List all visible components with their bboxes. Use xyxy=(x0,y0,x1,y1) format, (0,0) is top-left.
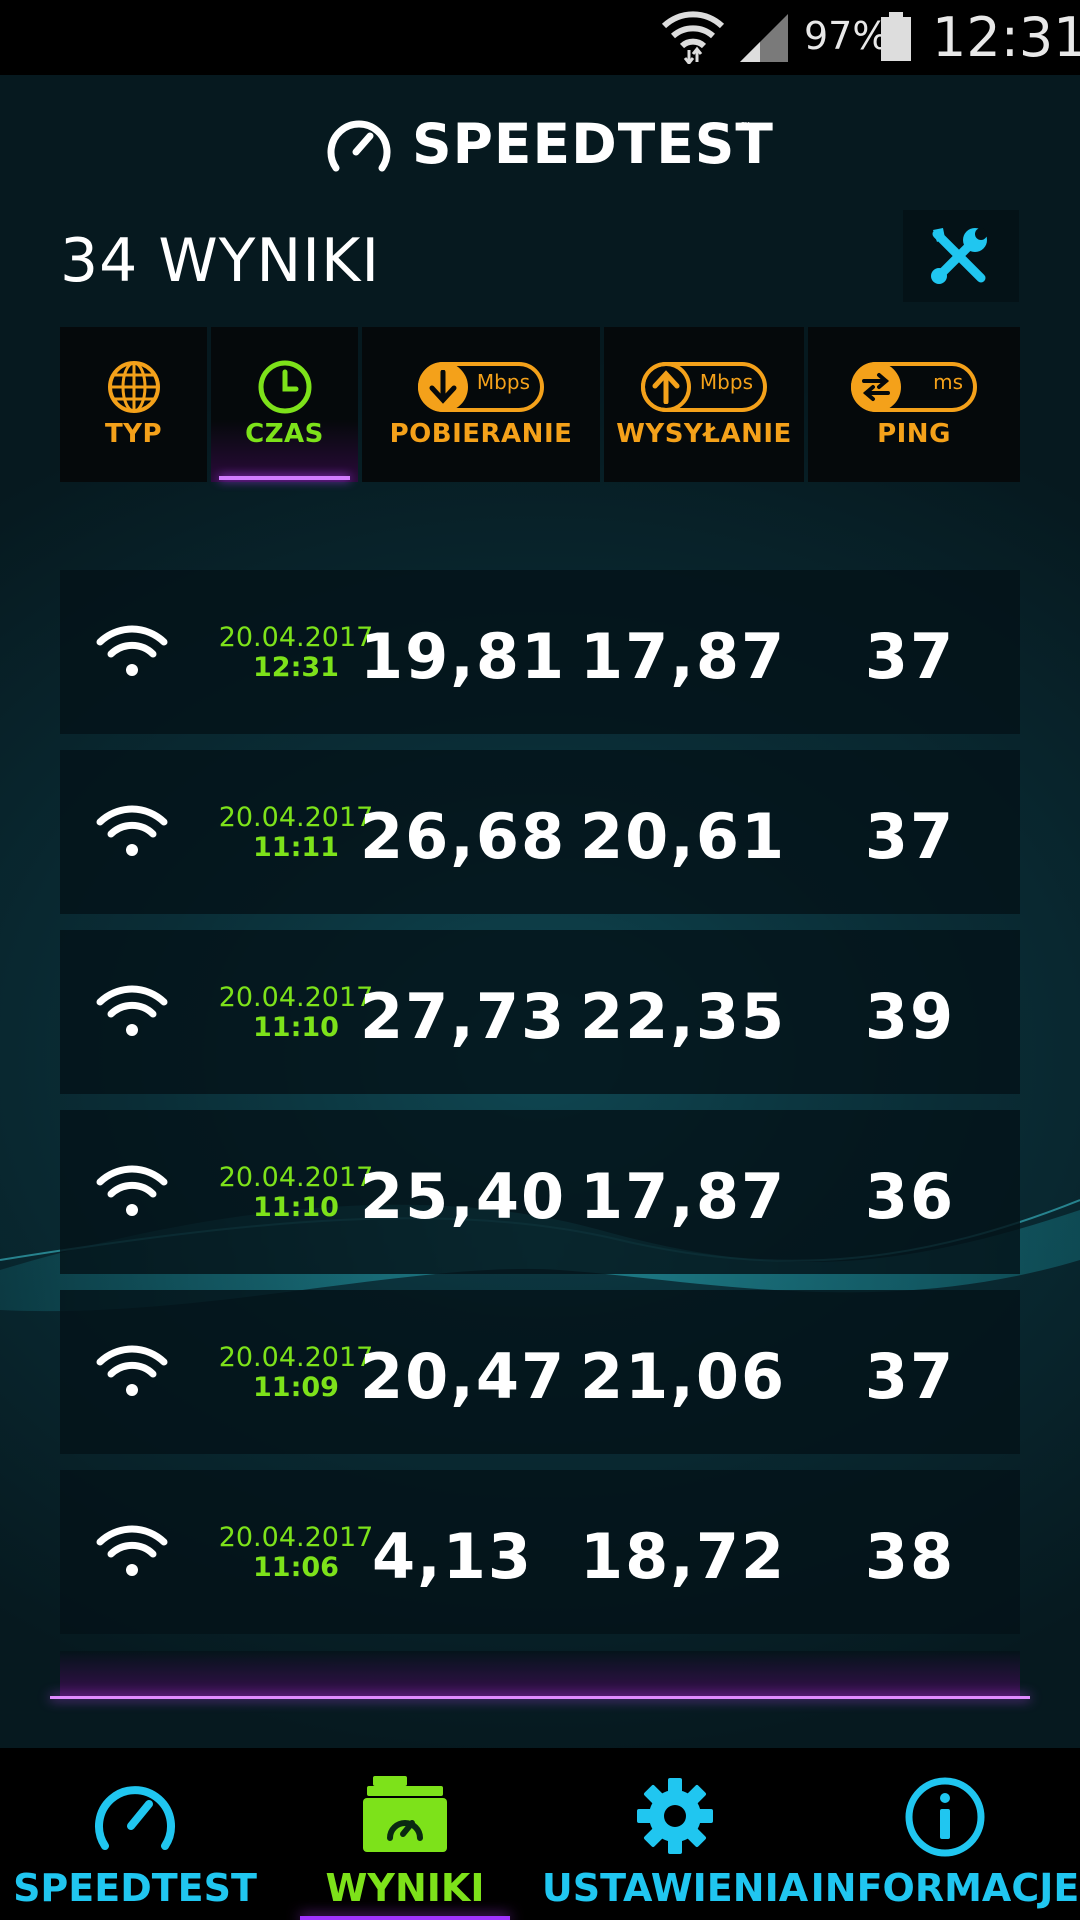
wifi-icon xyxy=(96,1345,168,1396)
result-row-partial[interactable] xyxy=(50,1651,1030,1699)
result-date: 20.04.2017 xyxy=(218,802,374,833)
globe-icon xyxy=(107,361,160,413)
nav-results[interactable]: WYNIKI xyxy=(270,1748,540,1920)
status-clock: 12:31 xyxy=(932,6,1080,69)
results-count-title: 34 WYNIKI xyxy=(60,226,381,296)
result-time: 11:10 xyxy=(253,1192,339,1223)
nav-info[interactable]: INFORMACJE xyxy=(810,1748,1080,1920)
nav-speedtest[interactable]: SPEEDTEST xyxy=(0,1748,270,1920)
sort-by-upload[interactable]: Mbps WYSYŁANIE xyxy=(604,327,804,482)
tools-button[interactable] xyxy=(903,210,1019,302)
upload-icon: Mbps xyxy=(641,362,767,412)
sort-by-ping[interactable]: ms PING xyxy=(808,327,1020,482)
result-ping: 38 xyxy=(864,1520,956,1593)
result-ping: 37 xyxy=(864,1340,956,1413)
result-download: 25,40 xyxy=(360,1160,567,1233)
result-upload: 20,61 xyxy=(580,800,787,873)
sort-label-download: POBIERANIE xyxy=(389,419,573,449)
speedometer-icon xyxy=(95,1786,175,1850)
result-time: 11:10 xyxy=(253,1012,339,1043)
result-upload: 17,87 xyxy=(580,1160,787,1233)
result-ping: 37 xyxy=(864,620,956,693)
result-row[interactable]: 20.04.2017 11:10 25,40 17,87 36 xyxy=(60,1110,1020,1274)
wifi-icon xyxy=(96,985,168,1036)
list-edge-glow xyxy=(50,1696,1030,1699)
ping-unit: ms xyxy=(933,370,963,394)
result-upload: 21,06 xyxy=(580,1340,787,1413)
result-date: 20.04.2017 xyxy=(218,1162,374,1193)
download-icon: Mbps xyxy=(418,362,544,412)
sort-label-ping: PING xyxy=(877,419,951,449)
wifi-icon xyxy=(96,625,168,676)
result-date: 20.04.2017 xyxy=(218,622,374,653)
result-download: 4,13 xyxy=(372,1520,533,1593)
clock-icon xyxy=(258,360,311,414)
result-time: 11:09 xyxy=(253,1372,339,1403)
info-icon xyxy=(905,1777,985,1857)
nav-label-speedtest: SPEEDTEST xyxy=(13,1866,257,1910)
wifi-icon xyxy=(96,1165,168,1216)
cell-signal-icon xyxy=(740,14,788,62)
sort-label-time: CZAS xyxy=(245,419,324,449)
result-ping: 39 xyxy=(864,980,956,1053)
speedtest-logo-icon xyxy=(327,120,391,172)
result-download: 20,47 xyxy=(360,1340,567,1413)
wifi-icon xyxy=(96,805,168,856)
result-download: 19,81 xyxy=(360,620,567,693)
status-bar: 97% 12:31 xyxy=(0,0,1080,75)
result-date: 20.04.2017 xyxy=(218,1342,374,1373)
sort-label-type: TYP xyxy=(104,419,163,449)
result-upload: 18,72 xyxy=(580,1520,787,1593)
upload-unit: Mbps xyxy=(699,370,753,394)
brand-title: SPEEDTEST xyxy=(412,112,774,176)
result-row[interactable]: 20.04.2017 12:31 19,81 17,87 37 xyxy=(60,570,1020,734)
wifi-icon xyxy=(96,1525,168,1576)
result-time: 11:11 xyxy=(253,832,339,863)
wifi-status-icon xyxy=(662,11,724,64)
nav-label-settings: USTAWIENIA xyxy=(541,1866,809,1910)
nav-settings[interactable]: USTAWIENIA xyxy=(540,1748,810,1920)
sort-label-upload: WYSYŁANIE xyxy=(616,419,792,449)
sort-by-time[interactable]: CZAS xyxy=(211,327,358,482)
bottom-nav: SPEEDTEST WYNIKI USTAWIENIA INFORMACJE xyxy=(0,1748,1080,1920)
result-download: 26,68 xyxy=(360,800,567,873)
result-row[interactable]: 20.04.2017 11:09 20,47 21,06 37 xyxy=(60,1290,1020,1454)
active-nav-indicator xyxy=(300,1916,510,1920)
result-row[interactable]: 20.04.2017 11:11 26,68 20,61 37 xyxy=(60,750,1020,914)
sort-header: TYP CZAS Mbps POBIERANIE Mbps WYSYŁANIE … xyxy=(60,327,1020,482)
gear-icon xyxy=(637,1778,713,1854)
result-upload: 22,35 xyxy=(580,980,787,1053)
active-sort-indicator xyxy=(219,476,350,480)
result-row[interactable]: 20.04.2017 11:06 4,13 18,72 38 xyxy=(60,1470,1020,1634)
sort-by-download[interactable]: Mbps POBIERANIE xyxy=(362,327,600,482)
results-folder-icon xyxy=(363,1776,447,1852)
app-screen: 97% 12:31 SPEEDTEST ™ 34 WYNIKI TYP CZAS… xyxy=(0,0,1080,1920)
result-time: 11:06 xyxy=(253,1552,339,1583)
ping-icon: ms xyxy=(851,362,977,412)
result-row[interactable]: 20.04.2017 11:10 27,73 22,35 39 xyxy=(60,930,1020,1094)
nav-label-info: INFORMACJE xyxy=(810,1866,1080,1910)
battery-percent: 97% xyxy=(804,14,889,58)
sort-by-type[interactable]: TYP xyxy=(60,327,207,482)
result-time: 12:31 xyxy=(253,652,339,683)
nav-label-results: WYNIKI xyxy=(325,1866,485,1910)
download-unit: Mbps xyxy=(476,370,530,394)
trademark-mark: ™ xyxy=(740,120,752,134)
tools-icon xyxy=(931,228,987,284)
result-date: 20.04.2017 xyxy=(218,1522,374,1553)
result-upload: 17,87 xyxy=(580,620,787,693)
result-ping: 36 xyxy=(864,1160,956,1233)
result-ping: 37 xyxy=(864,800,956,873)
result-date: 20.04.2017 xyxy=(218,982,374,1013)
result-download: 27,73 xyxy=(360,980,567,1053)
battery-icon xyxy=(881,12,911,61)
